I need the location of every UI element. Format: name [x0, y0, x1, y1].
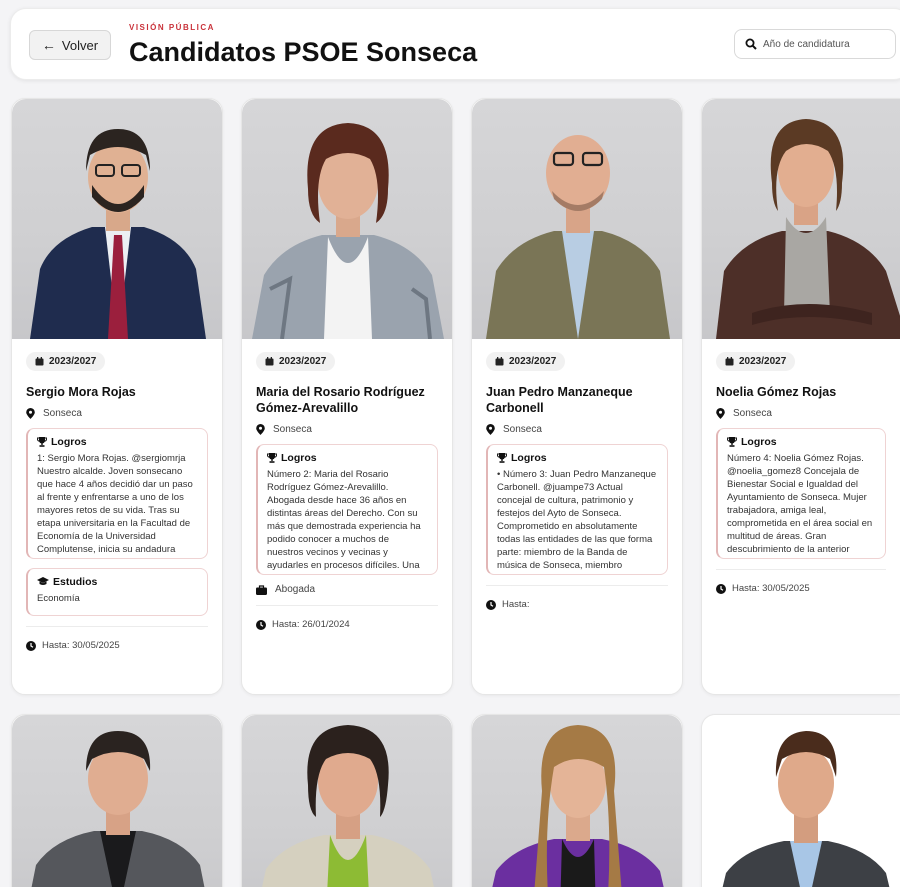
studies-box: Estudios Economía [26, 568, 208, 616]
trophy-icon [37, 437, 47, 447]
candidate-card[interactable] [701, 714, 900, 887]
candidate-name: Sergio Mora Rojas [26, 385, 136, 399]
calendar-icon [35, 357, 44, 366]
location-text: Sonseca [503, 424, 542, 435]
until-date: Hasta: 26/01/2024 [256, 605, 438, 630]
achievements-text: Número 2: Maria del Rosario Rodríguez Gó… [267, 469, 421, 571]
eyebrow-label: VISIÓN PÚBLICA [129, 23, 215, 32]
achievements-title: Logros [727, 436, 876, 448]
calendar-icon [265, 357, 274, 366]
page-header: ← Volver VISIÓN PÚBLICA Candidatos PSOE … [10, 8, 900, 80]
achievements-box: Logros • Número 3: Juan Pedro Manzaneque… [486, 444, 668, 575]
period-text: 2023/2027 [509, 356, 557, 367]
location-pin-icon [256, 424, 265, 435]
back-button-label: Volver [61, 37, 99, 53]
achievements-box: Logros Número 2: Maria del Rosario Rodrí… [256, 444, 438, 575]
period-text: 2023/2027 [739, 356, 787, 367]
candidate-photo [702, 715, 900, 887]
candidate-location: Sonseca [26, 408, 208, 419]
candidate-card[interactable]: 2023/2027 Juan Pedro Manzaneque Carbonel… [471, 98, 683, 695]
page-title: Candidatos PSOE Sonseca [129, 37, 478, 67]
calendar-icon [725, 357, 734, 366]
location-pin-icon [486, 424, 495, 435]
graduation-cap-icon [37, 577, 49, 585]
candidate-name: Maria del Rosario Rodríguez Gómez-Areval… [256, 385, 425, 415]
candidate-profession: Abogada [256, 584, 438, 595]
arrow-left-icon: ← [41, 37, 56, 53]
until-date: Hasta: [486, 585, 668, 610]
period-badge: 2023/2027 [256, 352, 336, 371]
trophy-icon [727, 437, 737, 447]
achievements-box: Logros Número 4: Noelia Gómez Rojas. @no… [716, 428, 886, 559]
clock-icon [26, 640, 36, 651]
search-input[interactable] [763, 38, 883, 50]
clock-icon [256, 619, 266, 630]
achievements-box: Logros 1: Sergio Mora Rojas. @sergiomrja… [26, 428, 208, 559]
candidate-photo [472, 99, 682, 339]
candidate-photo [242, 99, 452, 339]
candidate-card[interactable] [11, 714, 223, 887]
period-text: 2023/2027 [279, 356, 327, 367]
candidate-photo [242, 715, 452, 887]
candidate-location: Sonseca [256, 424, 438, 435]
until-date: Hasta: 30/05/2025 [716, 569, 886, 594]
candidate-photo [12, 99, 222, 339]
candidate-location: Sonseca [716, 408, 886, 419]
achievements-text: 1: Sergio Mora Rojas. @sergiomrja Nuestr… [37, 453, 193, 555]
clock-icon [716, 583, 726, 594]
location-text: Sonseca [273, 424, 312, 435]
candidate-card[interactable] [471, 714, 683, 887]
candidate-card[interactable] [241, 714, 453, 887]
candidate-name: Juan Pedro Manzaneque Carbonell [486, 385, 633, 415]
candidate-card[interactable]: 2023/2027 Noelia Gómez Rojas Sonseca Log… [701, 98, 900, 695]
candidate-card[interactable]: 2023/2027 Sergio Mora Rojas Sonseca Logr… [11, 98, 223, 695]
search-icon [745, 38, 757, 50]
studies-text: Economía [37, 593, 80, 604]
period-badge: 2023/2027 [486, 352, 566, 371]
achievements-title: Logros [267, 452, 428, 464]
period-badge: 2023/2027 [26, 352, 106, 371]
calendar-icon [495, 357, 504, 366]
candidate-card[interactable]: 2023/2027 Maria del Rosario Rodríguez Gó… [241, 98, 453, 695]
candidate-photo [472, 715, 682, 887]
back-button[interactable]: ← Volver [29, 30, 111, 60]
briefcase-icon [256, 584, 267, 595]
candidate-photo [12, 715, 222, 887]
location-text: Sonseca [43, 408, 82, 419]
achievements-title: Logros [37, 436, 198, 448]
period-text: 2023/2027 [49, 356, 97, 367]
achievements-text: • Número 3: Juan Pedro Manzaneque Carbon… [497, 469, 657, 571]
period-badge: 2023/2027 [716, 352, 796, 371]
candidate-name: Noelia Gómez Rojas [716, 385, 837, 399]
achievements-title: Logros [497, 452, 658, 464]
achievements-text: Número 4: Noelia Gómez Rojas. @noelia_go… [727, 453, 873, 555]
trophy-icon [497, 453, 507, 463]
candidate-photo [702, 99, 900, 339]
until-date: Hasta: 30/05/2025 [26, 626, 208, 651]
studies-title: Estudios [37, 576, 198, 588]
search-box[interactable] [734, 29, 896, 59]
location-text: Sonseca [733, 408, 772, 419]
candidate-location: Sonseca [486, 424, 668, 435]
location-pin-icon [716, 408, 725, 419]
profession-text: Abogada [275, 584, 316, 595]
clock-icon [486, 599, 496, 610]
trophy-icon [267, 453, 277, 463]
location-pin-icon [26, 408, 35, 419]
